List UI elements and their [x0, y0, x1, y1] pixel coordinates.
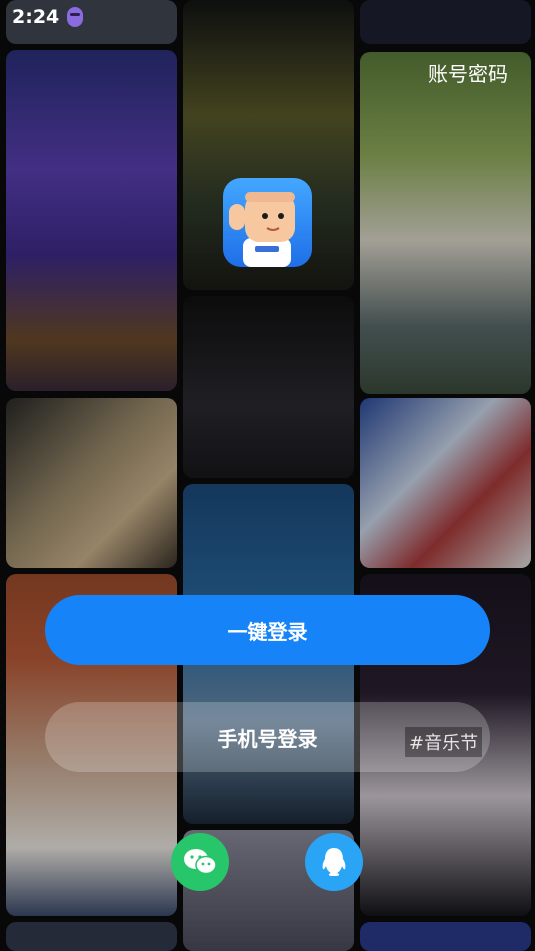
wechat-icon [184, 849, 217, 875]
wechat-login-button[interactable] [171, 833, 229, 891]
dark-overlay [0, 0, 535, 951]
music-festival-tag: #音乐节 [405, 727, 483, 757]
qq-login-button[interactable] [305, 833, 363, 891]
app-logo-icon [223, 178, 312, 267]
account-password-link[interactable]: 账号密码 [428, 58, 508, 87]
status-time: 2:24 [12, 6, 60, 28]
one-click-login-button[interactable]: 一键登录 [45, 595, 490, 665]
status-bar: 2:24 [12, 6, 84, 28]
qq-icon [322, 848, 346, 876]
bug-icon [67, 7, 84, 27]
